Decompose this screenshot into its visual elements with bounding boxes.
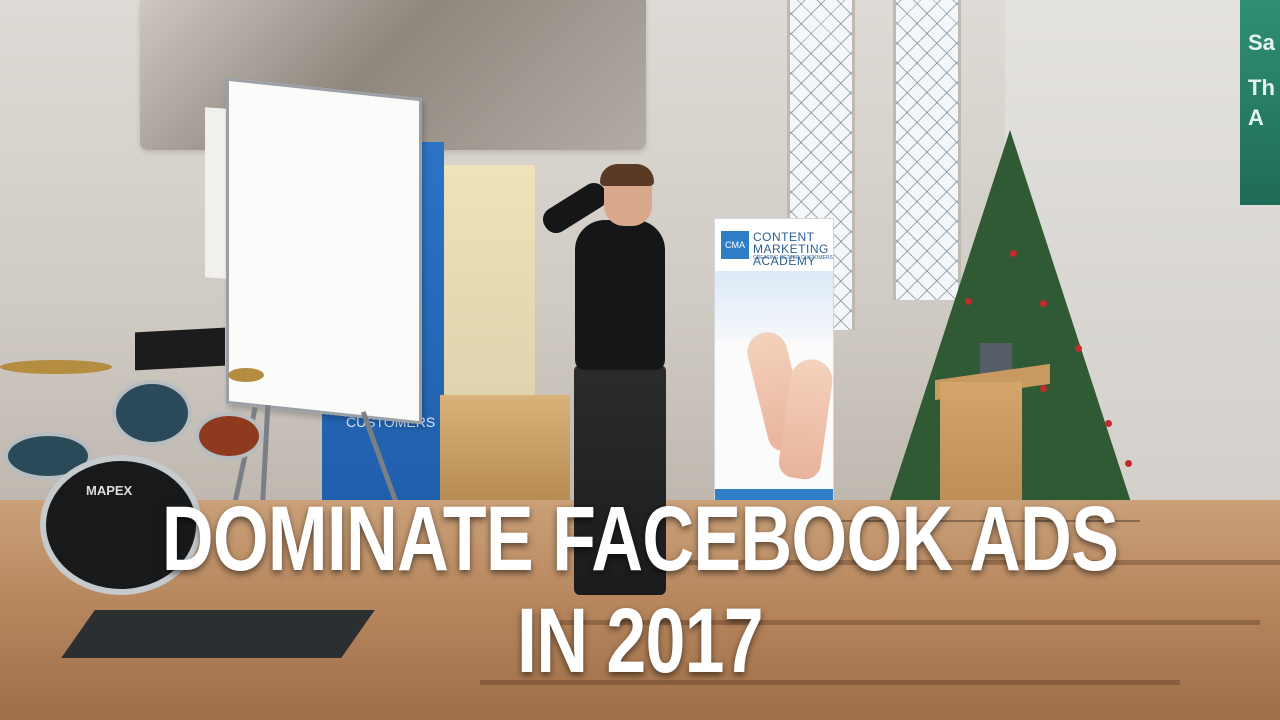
title-line-2: IN 2017 (517, 590, 764, 692)
tom-drum (112, 380, 192, 446)
green-banner: Sa Th A (1240, 0, 1280, 205)
cymbal (228, 368, 264, 382)
speaker-torso (575, 220, 665, 370)
cma-banner-header: CMA CONTENT MARKETING ACADEMY CREATING B… (715, 219, 833, 271)
video-thumbnail: Sa Th A CUSTOMERS CMA CONTENT MARKETING … (0, 0, 1280, 720)
cma-logo-icon: CMA (721, 231, 749, 259)
ornament (1010, 250, 1017, 257)
speaker-hair (600, 164, 654, 186)
green-banner-text: A (1248, 105, 1264, 130)
ornament (1075, 345, 1082, 352)
ornament (1125, 460, 1132, 467)
lit-alcove (435, 165, 535, 395)
ornament (965, 298, 972, 305)
cma-banner-band (715, 271, 833, 341)
title-overlay: DOMINATE FACEBOOK ADS IN 2017 (0, 488, 1280, 692)
cma-rollup-banner: CMA CONTENT MARKETING ACADEMY CREATING B… (714, 218, 836, 520)
ornament (1040, 385, 1047, 392)
cma-banner-title: CONTENT MARKETING ACADEMY (753, 230, 829, 268)
tom-drum (195, 412, 263, 460)
title-line-1: DOMINATE FACEBOOK ADS (161, 488, 1119, 590)
ornament (1040, 300, 1047, 307)
green-banner-text: Th (1248, 75, 1275, 100)
cma-banner-tagline: CREATING BETTER CUSTOMERS (753, 255, 833, 261)
green-banner-text: Sa (1248, 30, 1275, 55)
cymbal (0, 360, 112, 374)
ornament (1105, 420, 1112, 427)
